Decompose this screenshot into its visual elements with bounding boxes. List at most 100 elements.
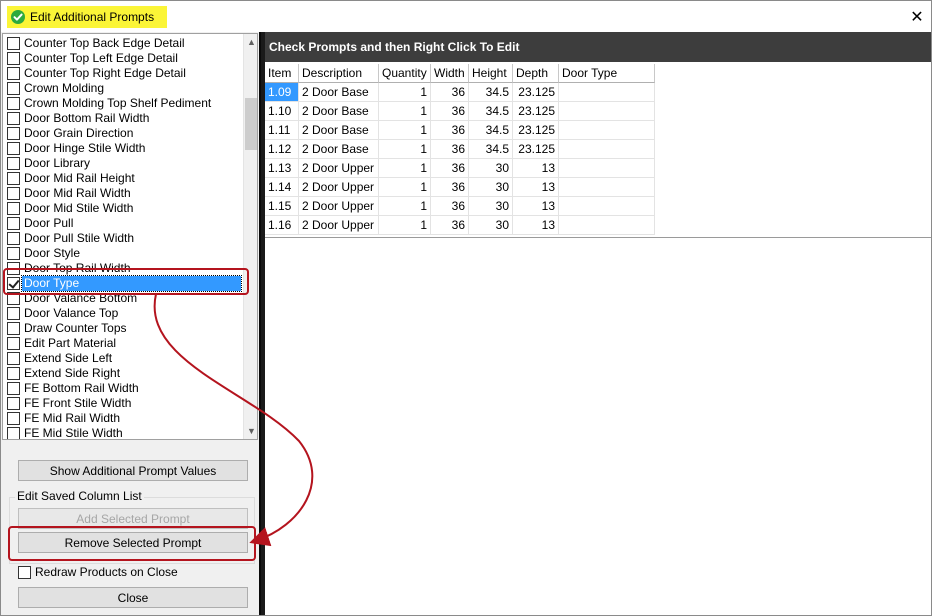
prompt-checkbox[interactable]: [7, 217, 20, 230]
grid-cell[interactable]: [559, 159, 655, 178]
grid-column-header[interactable]: Quantity: [379, 64, 431, 83]
grid-cell[interactable]: 1: [379, 197, 431, 216]
grid-cell[interactable]: [559, 178, 655, 197]
prompt-checkbox[interactable]: [7, 427, 20, 439]
grid-row[interactable]: 1.12 2 Door Base 1 36 34.5 23.125: [265, 140, 931, 159]
prompt-checklist[interactable]: Counter Top Back Edge Detail Counter Top …: [2, 33, 258, 440]
grid-cell[interactable]: 34.5: [469, 83, 513, 102]
prompt-checkbox[interactable]: [7, 367, 20, 380]
grid-cell[interactable]: 34.5: [469, 140, 513, 159]
prompt-list-item[interactable]: Counter Top Left Edge Detail: [3, 51, 243, 66]
prompt-list-item[interactable]: Crown Molding Top Shelf Pediment: [3, 96, 243, 111]
grid-cell[interactable]: 2 Door Base: [299, 102, 379, 121]
grid-row[interactable]: 1.14 2 Door Upper 1 36 30 13: [265, 178, 931, 197]
prompt-list-item[interactable]: Door Bottom Rail Width: [3, 111, 243, 126]
grid-cell[interactable]: 30: [469, 216, 513, 235]
prompt-checkbox[interactable]: [7, 262, 20, 275]
grid-cell[interactable]: 1: [379, 178, 431, 197]
prompt-checkbox[interactable]: [7, 397, 20, 410]
prompt-checkbox[interactable]: [7, 142, 20, 155]
grid-cell[interactable]: 36: [431, 102, 469, 121]
grid-cell[interactable]: 23.125: [513, 83, 559, 102]
prompt-checkbox[interactable]: [7, 187, 20, 200]
prompt-checkbox[interactable]: [7, 67, 20, 80]
grid-row[interactable]: 1.13 2 Door Upper 1 36 30 13: [265, 159, 931, 178]
prompt-list-item[interactable]: FE Mid Stile Width: [3, 426, 243, 439]
grid-cell[interactable]: 2 Door Base: [299, 83, 379, 102]
grid-cell[interactable]: 23.125: [513, 140, 559, 159]
grid-cell[interactable]: 1.14: [265, 178, 299, 197]
grid-cell[interactable]: 2 Door Upper: [299, 216, 379, 235]
prompt-checkbox[interactable]: [7, 247, 20, 260]
prompt-checkbox[interactable]: [7, 82, 20, 95]
grid-cell[interactable]: 1.16: [265, 216, 299, 235]
grid-cell[interactable]: 1: [379, 121, 431, 140]
prompt-list-item[interactable]: Door Top Rail Width: [3, 261, 243, 276]
prompt-checkbox[interactable]: [7, 322, 20, 335]
add-selected-prompt-button[interactable]: Add Selected Prompt: [18, 508, 248, 529]
prompt-checkbox[interactable]: [7, 307, 20, 320]
prompt-checkbox[interactable]: [7, 157, 20, 170]
prompt-list-item[interactable]: Extend Side Left: [3, 351, 243, 366]
prompt-list-item[interactable]: Door Hinge Stile Width: [3, 141, 243, 156]
grid-column-header[interactable]: Door Type: [559, 64, 655, 83]
grid-cell[interactable]: 23.125: [513, 102, 559, 121]
prompt-checkbox[interactable]: [7, 232, 20, 245]
prompt-checkbox[interactable]: [7, 337, 20, 350]
grid-row[interactable]: 1.11 2 Door Base 1 36 34.5 23.125: [265, 121, 931, 140]
prompt-list-item[interactable]: Door Grain Direction: [3, 126, 243, 141]
prompt-checkbox[interactable]: [7, 52, 20, 65]
prompt-checkbox[interactable]: [7, 412, 20, 425]
remove-selected-prompt-button[interactable]: Remove Selected Prompt: [18, 532, 248, 553]
grid-cell[interactable]: [559, 140, 655, 159]
prompt-list-item[interactable]: Door Pull: [3, 216, 243, 231]
grid-column-header[interactable]: Item: [265, 64, 299, 83]
grid-cell[interactable]: 13: [513, 216, 559, 235]
prompt-list-item[interactable]: Door Mid Rail Width: [3, 186, 243, 201]
prompt-list-item[interactable]: Edit Part Material: [3, 336, 243, 351]
prompt-list-item[interactable]: Counter Top Right Edge Detail: [3, 66, 243, 81]
grid-cell[interactable]: 1: [379, 159, 431, 178]
grid-cell[interactable]: 30: [469, 159, 513, 178]
grid-cell[interactable]: 30: [469, 178, 513, 197]
grid-cell[interactable]: 2 Door Base: [299, 140, 379, 159]
prompt-list-item[interactable]: FE Bottom Rail Width: [3, 381, 243, 396]
prompt-checkbox[interactable]: [7, 97, 20, 110]
scroll-thumb[interactable]: [245, 98, 257, 150]
grid-cell[interactable]: 1.09: [265, 83, 299, 102]
prompt-list-item[interactable]: FE Front Stile Width: [3, 396, 243, 411]
grid-cell[interactable]: [559, 102, 655, 121]
prompt-checkbox[interactable]: [7, 382, 20, 395]
grid-column-header[interactable]: Description: [299, 64, 379, 83]
grid-cell[interactable]: 13: [513, 197, 559, 216]
prompt-checkbox[interactable]: [7, 292, 20, 305]
prompt-list-item[interactable]: Extend Side Right: [3, 366, 243, 381]
close-button[interactable]: Close: [18, 587, 248, 608]
grid-row[interactable]: 1.10 2 Door Base 1 36 34.5 23.125: [265, 102, 931, 121]
grid-cell[interactable]: 36: [431, 121, 469, 140]
grid-cell[interactable]: 1.15: [265, 197, 299, 216]
scroll-down-icon[interactable]: ▼: [244, 423, 257, 439]
grid-cell[interactable]: 36: [431, 216, 469, 235]
grid-cell[interactable]: 2 Door Upper: [299, 159, 379, 178]
prompt-list-item[interactable]: Door Mid Rail Height: [3, 171, 243, 186]
grid-cell[interactable]: 13: [513, 159, 559, 178]
prompt-list-item[interactable]: Door Style: [3, 246, 243, 261]
prompt-checkbox[interactable]: [7, 277, 20, 290]
grid-cell[interactable]: 2 Door Upper: [299, 178, 379, 197]
grid-cell[interactable]: 1.11: [265, 121, 299, 140]
grid-column-header[interactable]: Width: [431, 64, 469, 83]
grid-cell[interactable]: 1: [379, 102, 431, 121]
grid-row[interactable]: 1.15 2 Door Upper 1 36 30 13: [265, 197, 931, 216]
grid-cell[interactable]: 2 Door Base: [299, 121, 379, 140]
prompt-list-item[interactable]: Crown Molding: [3, 81, 243, 96]
grid-cell[interactable]: 36: [431, 140, 469, 159]
grid-cell[interactable]: 36: [431, 83, 469, 102]
prompt-list-item[interactable]: FE Mid Rail Width: [3, 411, 243, 426]
grid-column-header[interactable]: Height: [469, 64, 513, 83]
prompt-list-item[interactable]: Door Pull Stile Width: [3, 231, 243, 246]
show-prompt-values-button[interactable]: Show Additional Prompt Values: [18, 460, 248, 481]
grid-cell[interactable]: 30: [469, 197, 513, 216]
grid-column-header[interactable]: Depth: [513, 64, 559, 83]
grid-cell[interactable]: 1: [379, 140, 431, 159]
